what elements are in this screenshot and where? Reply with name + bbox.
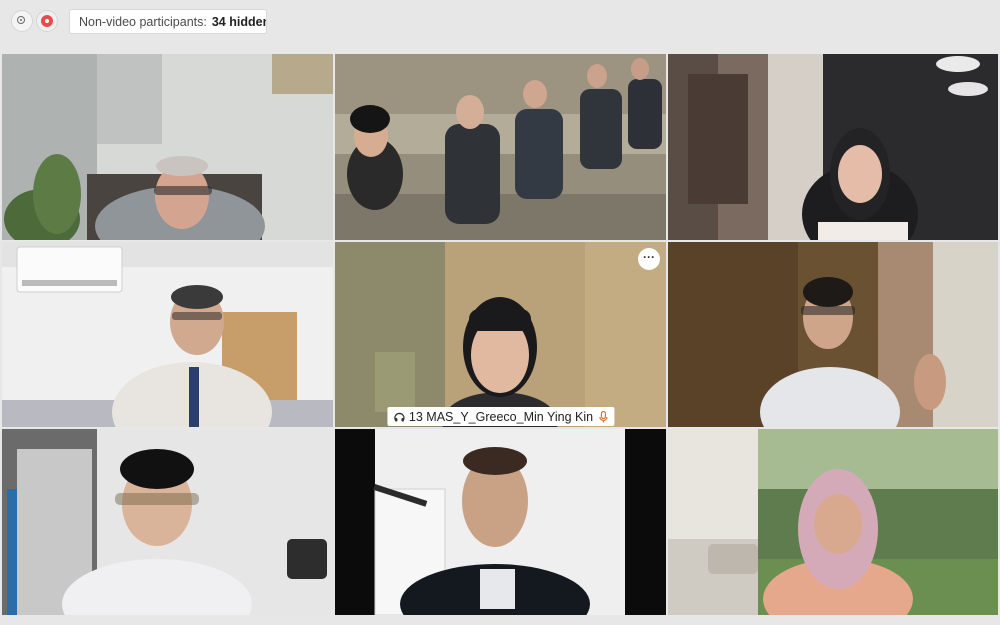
video-tile-8[interactable]	[335, 429, 666, 615]
hidden-count: 34 hidden	[211, 14, 267, 29]
more-options-button[interactable]: ···	[638, 248, 660, 270]
top-toolbar: Non-video participants: 34 hidden	[0, 0, 1000, 44]
video-grid: ··· 13 MAS_Y_Greeco_Min Ying Kin	[2, 54, 998, 615]
participant-name: 13 MAS_Y_Greeco_Min Ying Kin	[408, 409, 594, 424]
participant-video-4	[2, 242, 333, 427]
participant-video-1	[2, 54, 333, 240]
record-button[interactable]	[36, 10, 58, 32]
participant-video-6	[668, 242, 998, 427]
record-icon	[41, 15, 53, 27]
audio-icon	[393, 411, 405, 423]
video-tile-1[interactable]	[2, 54, 333, 240]
video-tile-3[interactable]	[668, 54, 998, 240]
video-tile-2[interactable]	[335, 54, 666, 240]
non-video-participants-label: Non-video participants:	[79, 14, 207, 29]
participant-name-tag: 13 MAS_Y_Greeco_Min Ying Kin	[386, 407, 615, 426]
non-video-participants-toggle[interactable]: Non-video participants: 34 hidden	[69, 9, 267, 34]
participant-video-2	[335, 54, 666, 240]
video-tile-9[interactable]	[668, 429, 998, 615]
participant-video-8	[335, 429, 666, 615]
video-tile-4[interactable]	[2, 242, 333, 427]
mic-icon	[598, 410, 608, 423]
view-options-button[interactable]	[11, 10, 33, 32]
video-tile-6[interactable]	[668, 242, 998, 427]
target-icon	[17, 16, 25, 24]
participant-video-7	[2, 429, 333, 615]
video-tile-7[interactable]	[2, 429, 333, 615]
video-tile-5[interactable]: ··· 13 MAS_Y_Greeco_Min Ying Kin	[335, 242, 666, 427]
more-icon: ···	[643, 250, 655, 264]
participant-video-9	[668, 429, 998, 615]
participant-video-5	[335, 242, 666, 427]
participant-video-3	[668, 54, 998, 240]
